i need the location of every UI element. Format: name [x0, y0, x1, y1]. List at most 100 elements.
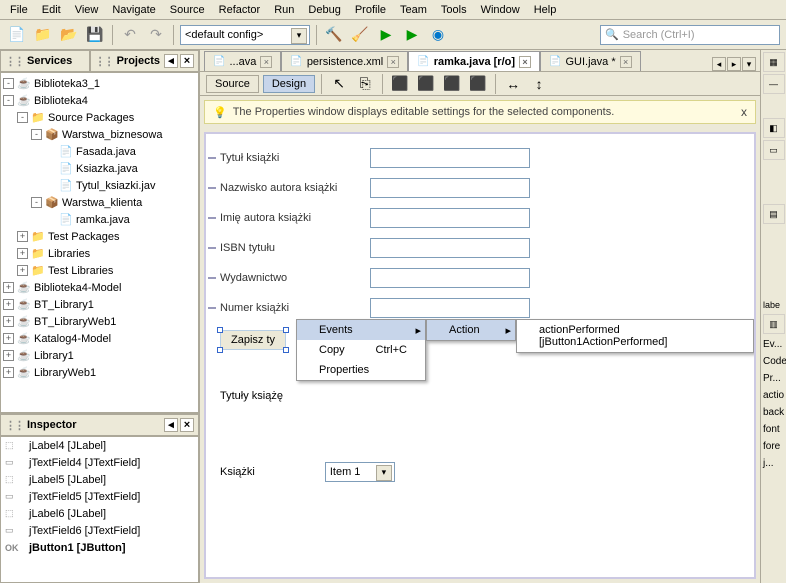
- menu-tools[interactable]: Tools: [435, 2, 473, 18]
- tree-node[interactable]: +Test Packages: [3, 228, 196, 245]
- text-field[interactable]: [370, 148, 530, 168]
- right-panel-label[interactable]: back: [761, 404, 786, 421]
- nav-icon[interactable]: —: [763, 74, 785, 94]
- right-panel-label[interactable]: Code: [761, 353, 786, 370]
- expand-icon[interactable]: +: [17, 231, 28, 242]
- right-panel-label[interactable]: fore: [761, 438, 786, 455]
- ctx-actionperformed[interactable]: actionPerformed [jButton1ActionPerformed…: [517, 320, 753, 352]
- tab-nav-icon[interactable]: ▸: [727, 57, 741, 71]
- editor-tab[interactable]: 📄persistence.xml×: [281, 51, 408, 71]
- expand-icon[interactable]: +: [3, 350, 14, 361]
- right-panel-label[interactable]: Ev...: [761, 336, 786, 353]
- menu-file[interactable]: File: [4, 2, 34, 18]
- tree-node[interactable]: +BT_Library1: [3, 296, 196, 313]
- menu-view[interactable]: View: [69, 2, 105, 18]
- palette-icon[interactable]: ▦: [763, 52, 785, 72]
- tree-node[interactable]: -Biblioteka4: [3, 92, 196, 109]
- close-icon[interactable]: ×: [519, 56, 531, 68]
- tree-node[interactable]: Fasada.java: [3, 143, 196, 160]
- tree-node[interactable]: -Warstwa_biznesowa: [3, 126, 196, 143]
- open-icon[interactable]: 📂: [58, 24, 80, 46]
- resize-v-icon[interactable]: ↕: [528, 73, 550, 95]
- expand-icon[interactable]: +: [3, 282, 14, 293]
- resize-h-icon[interactable]: ↔: [502, 73, 524, 95]
- tree-node[interactable]: +Library1: [3, 347, 196, 364]
- debug-icon[interactable]: ▶: [401, 24, 423, 46]
- menu-profile[interactable]: Profile: [349, 2, 392, 18]
- projects-panel-header[interactable]: ⋮⋮ Projects ◂×: [90, 50, 199, 72]
- expand-icon[interactable]: -: [17, 112, 28, 123]
- redo-icon[interactable]: ↷: [145, 24, 167, 46]
- tree-node[interactable]: +Katalog4-Model: [3, 330, 196, 347]
- source-button[interactable]: Source: [206, 75, 259, 93]
- expand-icon[interactable]: -: [3, 95, 14, 106]
- tree-node[interactable]: -Warstwa_klienta: [3, 194, 196, 211]
- inspector-item[interactable]: ▭jTextField4 [JTextField]: [1, 454, 198, 471]
- run-icon[interactable]: ▶: [375, 24, 397, 46]
- connection-mode-icon[interactable]: ⎘: [354, 73, 376, 95]
- close-icon[interactable]: ×: [387, 56, 399, 68]
- design-button[interactable]: Design: [263, 75, 315, 93]
- minimize-icon[interactable]: ◂: [164, 418, 178, 432]
- text-field[interactable]: [370, 268, 530, 288]
- ctx-properties[interactable]: Properties: [297, 360, 425, 380]
- selection-mode-icon[interactable]: ↖: [328, 73, 350, 95]
- right-panel-label[interactable]: font: [761, 421, 786, 438]
- tree-node[interactable]: +Test Libraries: [3, 262, 196, 279]
- tree-node[interactable]: -Biblioteka3_1: [3, 75, 196, 92]
- align-bottom-icon[interactable]: ⬛: [467, 73, 489, 95]
- menu-team[interactable]: Team: [394, 2, 433, 18]
- events-submenu[interactable]: Action ▸: [426, 319, 516, 341]
- text-field[interactable]: [370, 208, 530, 228]
- right-panel-label[interactable]: j...: [761, 455, 786, 472]
- tab-nav-icon[interactable]: ▾: [742, 57, 756, 71]
- close-icon[interactable]: ×: [180, 54, 194, 68]
- align-left-icon[interactable]: ⬛: [389, 73, 411, 95]
- editor-tab[interactable]: 📄ramka.java [r/o]×: [408, 51, 540, 71]
- new-file-icon[interactable]: 📄: [6, 24, 28, 46]
- tree-node[interactable]: +Biblioteka4-Model: [3, 279, 196, 296]
- swing-icon[interactable]: ◧: [763, 118, 785, 138]
- tree-node[interactable]: +Libraries: [3, 245, 196, 262]
- editor-tab[interactable]: 📄GUI.java *×: [540, 51, 641, 71]
- build-icon[interactable]: 🔨: [323, 24, 345, 46]
- inspector-item[interactable]: ⬚jLabel6 [JLabel]: [1, 505, 198, 522]
- tree-node[interactable]: ramka.java: [3, 211, 196, 228]
- align-right-icon[interactable]: ⬛: [415, 73, 437, 95]
- close-icon[interactable]: ×: [180, 418, 194, 432]
- tree-node[interactable]: +LibraryWeb1: [3, 364, 196, 381]
- expand-icon[interactable]: -: [31, 197, 42, 208]
- inspector-item[interactable]: ▭jTextField6 [JTextField]: [1, 522, 198, 539]
- profile-icon[interactable]: ◉: [427, 24, 449, 46]
- ctx-copy[interactable]: Copy Ctrl+C: [297, 340, 425, 360]
- inspector-list[interactable]: ⬚jLabel4 [JLabel]▭jTextField4 [JTextFiel…: [0, 436, 199, 583]
- services-panel-header[interactable]: ⋮⋮ Services: [0, 50, 90, 72]
- menu-edit[interactable]: Edit: [36, 2, 67, 18]
- inspector-item[interactable]: ⬚jLabel4 [JLabel]: [1, 437, 198, 454]
- expand-icon[interactable]: -: [31, 129, 42, 140]
- form-designer[interactable]: Tytuł książkiNazwisko autora książkiImię…: [204, 132, 756, 579]
- comp-icon[interactable]: ▭: [763, 140, 785, 160]
- menu-refactor[interactable]: Refactor: [213, 2, 267, 18]
- right-panel-label[interactable]: Pr...: [761, 370, 786, 387]
- menu-navigate[interactable]: Navigate: [106, 2, 161, 18]
- context-menu[interactable]: Events ▸ Copy Ctrl+C Properties: [296, 319, 426, 381]
- tree-node[interactable]: +BT_LibraryWeb1: [3, 313, 196, 330]
- close-icon[interactable]: ×: [260, 56, 272, 68]
- expand-icon[interactable]: +: [3, 333, 14, 344]
- right-panel-label[interactable]: actio: [761, 387, 786, 404]
- tree-node[interactable]: Ksiazka.java: [3, 160, 196, 177]
- menu-source[interactable]: Source: [164, 2, 211, 18]
- new-project-icon[interactable]: 📁: [32, 24, 54, 46]
- inspector-item[interactable]: ▭jTextField5 [JTextField]: [1, 488, 198, 505]
- item-combo[interactable]: Item 1: [325, 462, 395, 482]
- more-icon[interactable]: ▥: [763, 314, 785, 334]
- tree-node[interactable]: Tytul_ksiazki.jav: [3, 177, 196, 194]
- tree-node[interactable]: -Source Packages: [3, 109, 196, 126]
- text-field[interactable]: [370, 238, 530, 258]
- projects-tree[interactable]: -Biblioteka3_1-Biblioteka4-Source Packag…: [0, 72, 199, 413]
- ctx-events[interactable]: Events ▸: [297, 320, 425, 340]
- text-field[interactable]: [370, 178, 530, 198]
- minimize-icon[interactable]: ◂: [164, 54, 178, 68]
- expand-icon[interactable]: +: [3, 316, 14, 327]
